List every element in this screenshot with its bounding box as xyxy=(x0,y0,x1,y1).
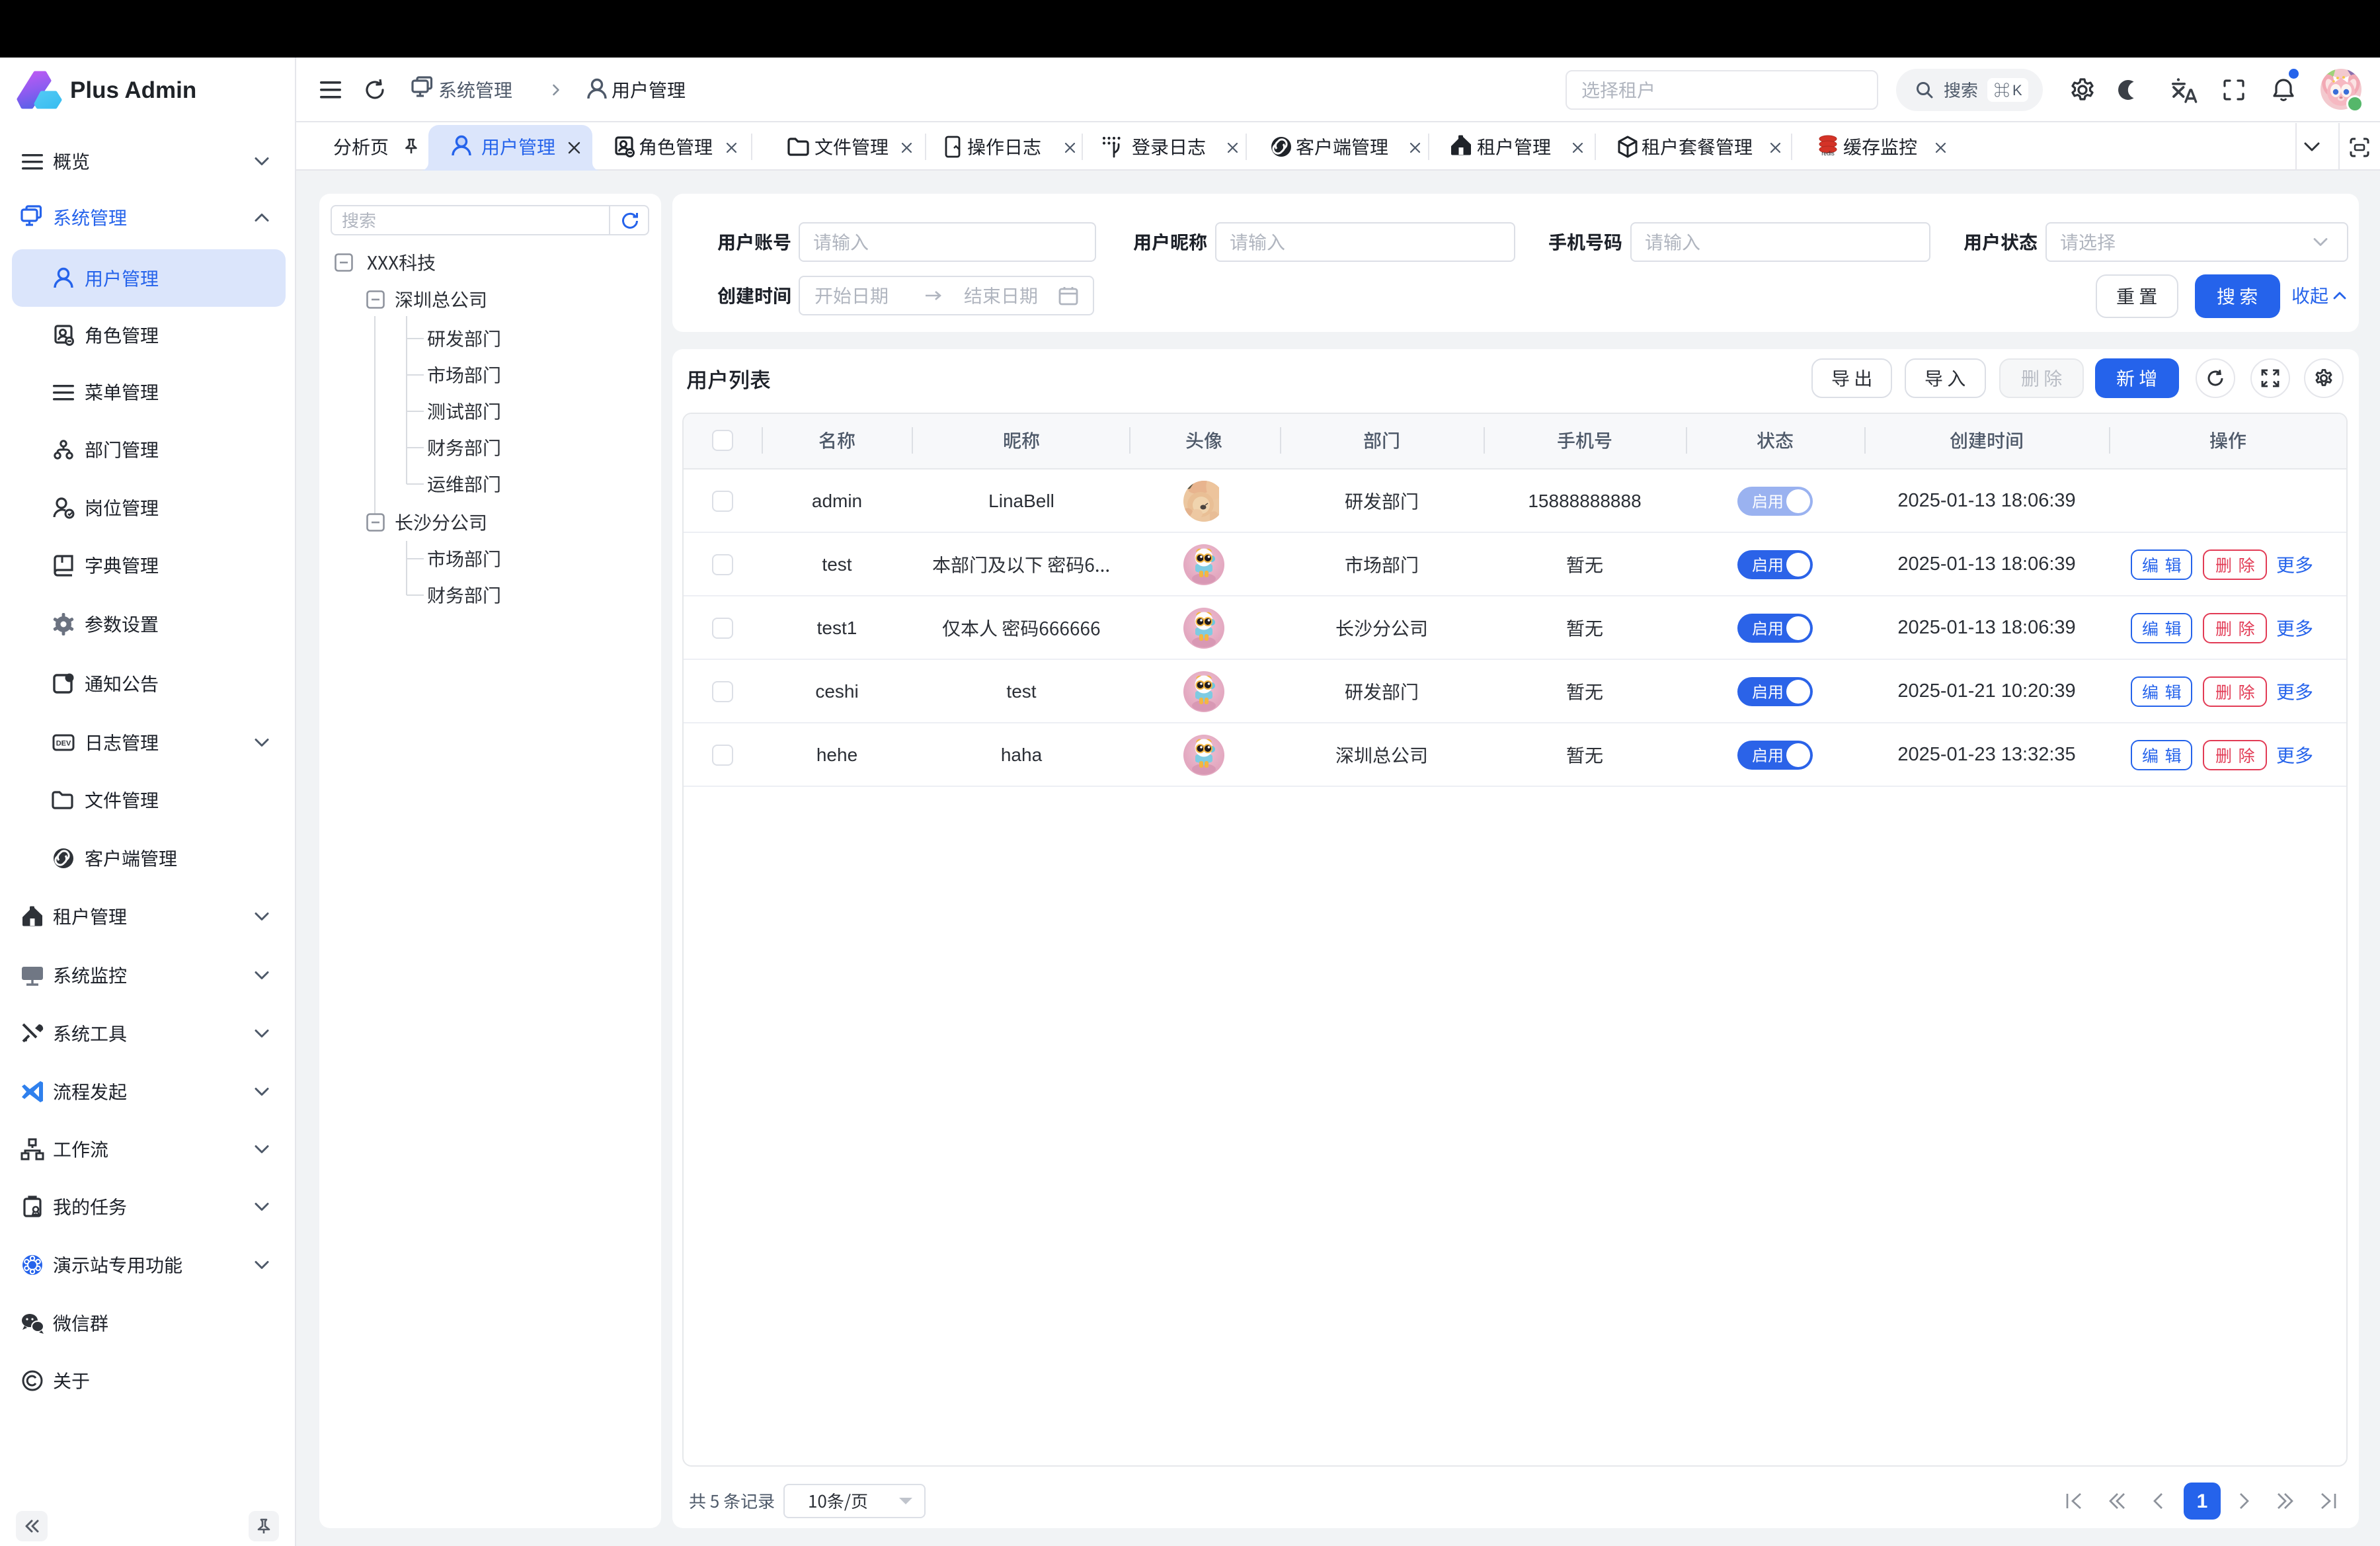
svg-text:redis: redis xyxy=(1821,150,1835,157)
svg-text:DEV: DEV xyxy=(56,740,71,748)
